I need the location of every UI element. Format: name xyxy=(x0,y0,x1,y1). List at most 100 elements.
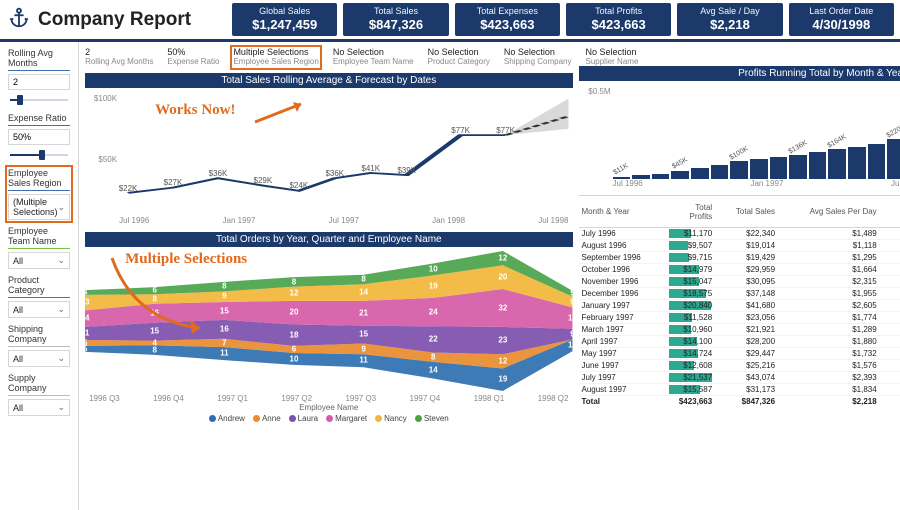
filter-label: Shipping Company xyxy=(504,58,572,67)
filter-summary-item: No Selection Product Category xyxy=(428,48,490,67)
kpi-card: Avg Sale / Day $2,218 xyxy=(677,3,782,36)
kpi-label: Total Sales xyxy=(343,6,448,16)
line-chart-x-axis: Jul 1996Jan 1997Jul 1997Jan 1998Jul 1998 xyxy=(119,216,568,230)
cell-month: October 1996 xyxy=(579,264,670,276)
line-chart-plot: $22K$27K$36K$29K$24K$36K$41K$39K$77K$77K xyxy=(119,90,568,216)
cell-month: May 1997 xyxy=(579,348,670,360)
dropdown-value: All xyxy=(13,305,23,315)
bar xyxy=(770,157,788,179)
stream-chart-x-axis: 1996 Q31996 Q41997 Q11997 Q21997 Q31997 … xyxy=(85,394,572,403)
bar: $45K xyxy=(671,171,689,179)
slicer-label: Employee Team Name xyxy=(8,226,70,249)
chevron-down-icon: ⌄ xyxy=(58,202,66,213)
cell-total-sales: $41,680 xyxy=(715,300,778,312)
cell-total-profits: $14,979 xyxy=(669,264,715,276)
filter-label: Expense Ratio xyxy=(167,58,219,67)
cell-total-profits: $21,537 xyxy=(669,372,715,384)
tick-label: 1997 Q2 xyxy=(281,394,312,403)
cell-avg-sales-day: $2,393 xyxy=(778,372,880,384)
stream-chart-x-label: Employee Name xyxy=(85,403,572,412)
supply-dropdown[interactable]: All ⌄ xyxy=(8,399,70,416)
table-row[interactable]: September 1996 $9,715 $19,429 $1,295 $17… xyxy=(579,252,900,264)
kpi-card: Global Sales $1,247,459 xyxy=(232,3,337,36)
table-row[interactable]: January 1997 $20,840 $41,680 $2,605 $650… xyxy=(579,300,900,312)
kpi-card: Total Profits $423,663 xyxy=(566,3,671,36)
kpi-value: $847,326 xyxy=(343,17,448,32)
filter-label: Employee Sales Region xyxy=(233,58,318,67)
slicer-employee-team-name: Employee Team Name All ⌄ xyxy=(8,226,70,269)
expense-ratio-input[interactable] xyxy=(8,129,70,145)
cell-month: April 1997 xyxy=(579,336,670,348)
table-row[interactable]: November 1996 $15,047 $30,095 $2,315 $65… xyxy=(579,276,900,288)
column-header[interactable]: Month & Year xyxy=(579,196,670,228)
cell-total-sales: $23,056 xyxy=(715,312,778,324)
cell-diff: ($360) xyxy=(880,288,900,300)
slicer-label: Expense Ratio xyxy=(8,113,70,126)
legend-item: Laura xyxy=(289,414,318,423)
expense-ratio-slider[interactable] xyxy=(8,148,70,162)
chevron-down-icon: ⌄ xyxy=(58,255,66,266)
product-dropdown[interactable]: All ⌄ xyxy=(8,301,70,318)
cell-month: July 1996 xyxy=(579,228,670,240)
kpi-card: Total Sales $847,326 xyxy=(343,3,448,36)
profits-table[interactable]: Month & YearTotal ProfitsTotal SalesAvg … xyxy=(579,195,900,510)
logo-area: Company Report xyxy=(0,7,232,32)
stream-chart[interactable]: 5811101114191054769812111516181522239141… xyxy=(85,251,572,426)
table-row[interactable]: June 1997 $12,608 $25,216 $1,576 ($156) … xyxy=(579,360,900,372)
legend-item: Andrew xyxy=(209,414,245,423)
data-label: $36K xyxy=(325,169,344,178)
table-row[interactable]: March 1997 $10,960 $21,921 $1,289 ($484)… xyxy=(579,324,900,336)
cell-total-profits: $11,528 xyxy=(669,312,715,324)
cell-total-sales: $37,148 xyxy=(715,288,778,300)
table-row[interactable]: December 1996 $18,575 $37,148 $1,955 ($3… xyxy=(579,288,900,300)
line-chart-y-axis: $100K $50K xyxy=(85,90,119,216)
kpi-value: $423,663 xyxy=(566,17,671,32)
column-header[interactable]: Avg Sales Per Day xyxy=(778,196,880,228)
data-label: $41K xyxy=(361,164,380,173)
cell-total-profits: $11,170 xyxy=(669,228,715,240)
tick-label: Jul 1997 xyxy=(329,216,359,230)
cell-total-sales: $29,447 xyxy=(715,348,778,360)
filter-summary-item: 2 Rolling Avg Months xyxy=(85,48,153,67)
table-row[interactable]: April 1997 $14,100 $28,200 $1,880 $591 4… xyxy=(579,336,900,348)
cell-diff: ($156) xyxy=(880,360,900,372)
cell-avg-sales-day: $1,834 xyxy=(778,384,880,396)
table-row[interactable]: May 1997 $14,724 $29,447 $1,732 ($148) -… xyxy=(579,348,900,360)
tick-label: 1997 Q1 xyxy=(217,394,248,403)
rolling-months-slider[interactable] xyxy=(8,93,70,107)
sidebar: Rolling Avg Months Expense Ratio Employe… xyxy=(0,42,79,510)
card-title-bar: Profits Running Total by Month & Year xyxy=(579,66,900,81)
table-row[interactable]: July 1997 $21,537 $43,074 $2,393 $817 51… xyxy=(579,372,900,384)
slicer-label: Supply Company xyxy=(8,373,70,396)
rolling-months-input[interactable] xyxy=(8,74,70,90)
region-dropdown[interactable]: (Multiple Selections) ⌄ xyxy=(8,194,70,220)
legend-item: Steven xyxy=(415,414,449,423)
table-row[interactable]: February 1997 $11,528 $23,056 $1,774 ($8… xyxy=(579,312,900,324)
bar: $164K xyxy=(828,149,846,179)
team-dropdown[interactable]: All ⌄ xyxy=(8,252,70,269)
column-header[interactable]: Total Sales xyxy=(715,196,778,228)
table-row[interactable]: August 1997 $15,587 $31,173 $1,834 ($559… xyxy=(579,384,900,396)
card-title-stream: Total Orders by Year, Quarter and Employ… xyxy=(85,232,572,247)
kpi-label: Global Sales xyxy=(232,6,337,16)
table-row[interactable]: July 1996 $11,170 $22,340 $1,489 xyxy=(579,228,900,240)
stream-chart-legend: AndrewAnneLauraMargaretNancySteven xyxy=(85,412,572,423)
slicer-label: Rolling Avg Months xyxy=(8,48,70,71)
line-chart[interactable]: Works Now! $100K $50K $22K$27K$36K$29K$2… xyxy=(85,90,572,230)
header: Company Report Global Sales $1,247,459 T… xyxy=(0,0,900,42)
cell-total-profits: $12,608 xyxy=(669,360,715,372)
data-label: $45K xyxy=(671,156,689,170)
data-label: $77K xyxy=(496,126,515,135)
cell-diff: ($831) xyxy=(880,312,900,324)
table-row[interactable]: October 1996 $14,979 $29,959 $1,664 $369… xyxy=(579,264,900,276)
shipping-dropdown[interactable]: All ⌄ xyxy=(8,350,70,367)
column-header[interactable]: Total Profits xyxy=(669,196,715,228)
cell-diff: $177 xyxy=(880,252,900,264)
column-header[interactable]: MoM Avg Sales / Day Diff xyxy=(880,196,900,228)
data-label: $136K xyxy=(787,139,808,155)
cell-avg-sales-day: $1,489 xyxy=(778,228,880,240)
bar-chart[interactable]: $0.5M $11K$45K$100K$136K$164K$220K$259K$… xyxy=(579,83,900,193)
table-row[interactable]: August 1996 $9,507 $19,014 $1,118 ($371)… xyxy=(579,240,900,252)
cell-total-profits: $9,507 xyxy=(669,240,715,252)
bar xyxy=(691,168,709,179)
